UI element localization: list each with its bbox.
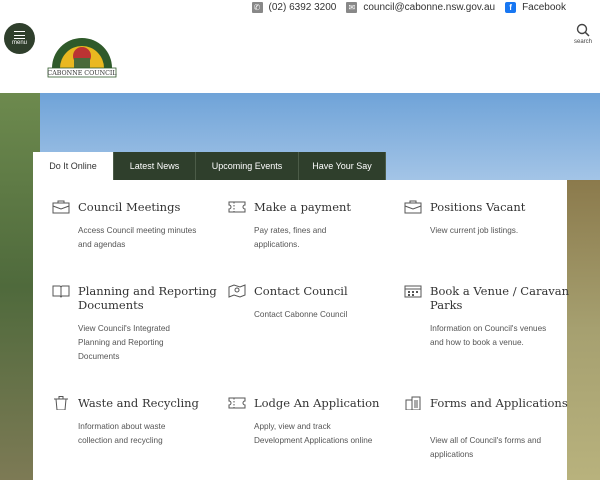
card-title[interactable]: Contact Council [254,284,394,298]
phone-number: (02) 6392 3200 [268,2,337,13]
briefcase-icon [404,200,422,214]
card-title[interactable]: Book a Venue / Caravan Parks [430,284,570,312]
svg-text:CABONNE COUNCIL: CABONNE COUNCIL [47,70,117,77]
ticket-icon [228,201,246,213]
card-description: Pay rates, fines and applications. [254,226,327,249]
card-description: Information about waste collection and r… [78,422,166,445]
trash-icon [54,396,68,410]
menu-label: menu [11,40,27,46]
do-it-online-panel: Council Meetings Access Council meeting m… [33,180,570,480]
hero-field-right [566,180,600,480]
building-icon [405,396,421,410]
map-icon [228,284,246,298]
site-header: ✆ (02) 6392 3200 ✉ council@cabonne.nsw.gov… [0,0,600,93]
tab-do-it-online[interactable]: Do It Online [33,152,114,180]
tab-bar: Do It Online Latest News Upcoming Events… [33,152,386,180]
briefcase-icon [52,200,70,214]
search-icon [576,23,590,37]
card-description: View all of Council's forms and applicat… [430,436,542,459]
email-address: council@cabonne.nsw.gov.au [363,2,496,13]
book-icon [52,285,70,298]
card-description: Information on Council's venues and how … [430,324,547,347]
tab-latest-news[interactable]: Latest News [114,152,196,180]
search-button[interactable]: search [574,23,592,45]
card-description: Apply, view and track Development Applic… [254,422,373,445]
hamburger-icon [14,31,25,39]
search-label: search [573,39,592,45]
card-title[interactable]: Lodge An Application [254,396,394,410]
card-title[interactable]: Positions Vacant [430,200,570,214]
tab-have-your-say[interactable]: Have Your Say [299,152,386,180]
card-title[interactable]: Planning and Reporting Documents [78,284,218,312]
card-title[interactable]: Waste and Recycling [78,396,218,410]
card-description: Access Council meeting minutes and agend… [78,226,197,249]
card-description: View current job listings. [430,226,519,235]
facebook-icon: f [505,2,517,13]
mail-icon: ✉ [346,2,358,13]
ticket-icon [228,397,246,409]
card-title[interactable]: Forms and Applications [430,396,570,410]
phone-link[interactable]: ✆ (02) 6392 3200 [251,2,337,13]
contact-bar: ✆ (02) 6392 3200 ✉ council@cabonne.nsw.gov… [251,2,566,13]
phone-icon: ✆ [251,2,263,13]
card-title[interactable]: Council Meetings [78,200,218,214]
card-description: Contact Cabonne Council [254,310,348,319]
tab-upcoming-events[interactable]: Upcoming Events [196,152,299,180]
facebook-label: Facebook [522,2,566,13]
card-description: View Council's Integrated Planning and R… [78,324,170,361]
card-title[interactable]: Make a payment [254,200,394,214]
email-link[interactable]: ✉ council@cabonne.nsw.gov.au [346,2,495,13]
cabonne-council-logo[interactable]: CABONNE COUNCIL [46,24,118,78]
calendar-icon [404,285,422,298]
menu-button[interactable]: menu [4,23,35,54]
facebook-link[interactable]: f Facebook [505,2,566,13]
